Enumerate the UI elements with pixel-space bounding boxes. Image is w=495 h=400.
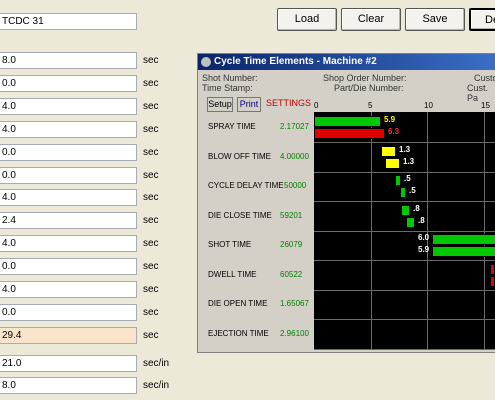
row-label: SPRAY TIME — [208, 122, 256, 131]
gantt-bar — [406, 217, 415, 228]
unit-label: sec — [143, 261, 159, 272]
row-value: 60522 — [280, 270, 303, 279]
machine-id-field[interactable]: TCDC 31 — [0, 13, 137, 30]
shot-number-label: Shot Number: — [202, 73, 258, 83]
unit-label: sec — [143, 55, 159, 66]
row-separator — [314, 318, 495, 320]
row-value: 2.96100 — [280, 329, 309, 338]
time-input-field[interactable]: 8.0 — [0, 52, 137, 69]
row-value: 59201 — [280, 211, 303, 220]
customer-label: Custon — [474, 73, 495, 83]
time-input-field[interactable]: 0.0 — [0, 75, 137, 92]
time-input-field[interactable]: 4.0 — [0, 235, 137, 252]
unit-label: sec/in — [143, 358, 170, 369]
row-value: 50000 — [284, 181, 307, 190]
unit-label: sec — [143, 101, 159, 112]
bar-data-label: 6.0 — [418, 233, 430, 242]
rate-input-field[interactable]: 8.0 — [0, 377, 137, 394]
bar-data-label: 5.9 — [384, 115, 396, 124]
partial-button[interactable]: De — [469, 8, 495, 31]
shop-order-label: Shop Order Number: — [323, 73, 407, 83]
cust-part-label: Cust. Pa — [467, 83, 489, 103]
row-label: EJECTION TIME — [208, 329, 269, 338]
unit-label: sec/in — [143, 380, 170, 391]
unit-label: sec — [143, 170, 159, 181]
rate-input-field[interactable]: 21.0 — [0, 355, 137, 372]
row-label: SHOT TIME — [208, 240, 252, 249]
bar-data-label: .5 — [404, 174, 411, 183]
row-value: 1.65067 — [280, 299, 309, 308]
gantt-bar — [400, 187, 406, 198]
row-label: DWELL TIME — [208, 270, 257, 279]
x-tick-label: 15 — [481, 101, 490, 110]
row-separator — [314, 200, 495, 202]
gantt-bar — [314, 116, 381, 127]
bar-data-label: .5 — [409, 186, 416, 195]
time-input-field[interactable]: 0.0 — [0, 258, 137, 275]
gantt-bar — [401, 205, 410, 216]
window-title: Cycle Time Elements - Machine #2 — [214, 56, 377, 67]
row-separator — [314, 141, 495, 143]
time-input-field[interactable]: 4.0 — [0, 281, 137, 298]
row-separator — [314, 259, 495, 261]
time-input-field[interactable]: 0.0 — [0, 167, 137, 184]
row-label: DIE CLOSE TIME — [208, 211, 272, 220]
row-separator — [314, 348, 495, 350]
gantt-bar — [381, 146, 396, 157]
bar-data-label: 6.3 — [388, 127, 400, 136]
time-stamp-label: Time Stamp: — [202, 83, 253, 93]
row-separator — [314, 289, 495, 291]
gantt-bar — [490, 264, 495, 275]
gantt-bar — [432, 234, 495, 245]
settings-link[interactable]: SETTINGS — [266, 97, 311, 112]
row-label: BLOW OFF TIME — [208, 152, 271, 161]
unit-label: sec — [143, 215, 159, 226]
cycle-time-window: Cycle Time Elements - Machine #2 Shot Nu… — [197, 53, 495, 353]
row-label: DIE OPEN TIME — [208, 299, 268, 308]
gantt-bar — [432, 246, 495, 257]
bar-data-label: 1.3 — [403, 157, 415, 166]
bar-data-label: 5.9 — [418, 245, 430, 254]
time-input-field[interactable]: 0.0 — [0, 144, 137, 161]
bar-data-label: .8 — [418, 216, 425, 225]
setup-button[interactable]: Setup — [207, 97, 233, 112]
unit-label: sec — [143, 124, 159, 135]
x-tick-label: 10 — [424, 101, 433, 110]
row-separator — [314, 230, 495, 232]
unit-label: sec — [143, 307, 159, 318]
unit-label: sec — [143, 147, 159, 158]
gantt-bar — [395, 175, 401, 186]
time-input-field[interactable]: 0.0 — [0, 304, 137, 321]
row-value: 2.17027 — [280, 122, 309, 131]
unit-label: sec — [143, 78, 159, 89]
time-input-field[interactable]: 4.0 — [0, 98, 137, 115]
time-input-field[interactable]: 2.4 — [0, 212, 137, 229]
x-tick-label: 0 — [314, 101, 319, 110]
time-input-field[interactable]: 29.4 — [0, 327, 137, 344]
row-separator — [314, 171, 495, 173]
gantt-bar — [385, 158, 400, 169]
time-input-field[interactable]: 4.0 — [0, 189, 137, 206]
bar-data-label: 1.3 — [399, 145, 411, 154]
gantt-bar — [490, 276, 495, 287]
unit-label: sec — [143, 284, 159, 295]
x-tick-label: 5 — [368, 101, 373, 110]
unit-label: sec — [143, 330, 159, 341]
window-icon — [201, 57, 211, 67]
bar-data-label: .8 — [413, 204, 420, 213]
row-label: CYCLE DELAY TIME — [208, 181, 284, 190]
row-value: 4.00000 — [280, 152, 309, 161]
unit-label: sec — [143, 238, 159, 249]
gantt-bar — [314, 128, 385, 139]
window-titlebar[interactable]: Cycle Time Elements - Machine #2 — [198, 54, 495, 70]
time-input-field[interactable]: 4.0 — [0, 121, 137, 138]
print-button[interactable]: Print — [237, 97, 261, 112]
load-button[interactable]: Load — [277, 8, 337, 31]
clear-button[interactable]: Clear — [341, 8, 401, 31]
part-die-label: Part/Die Number: — [334, 83, 404, 93]
unit-label: sec — [143, 192, 159, 203]
row-value: 26079 — [280, 240, 303, 249]
save-button[interactable]: Save — [405, 8, 465, 31]
gantt-chart: 5.9 6.3 1.3 1.3 .5 .5 .8 .8 6.0 5.9 — [314, 112, 495, 350]
